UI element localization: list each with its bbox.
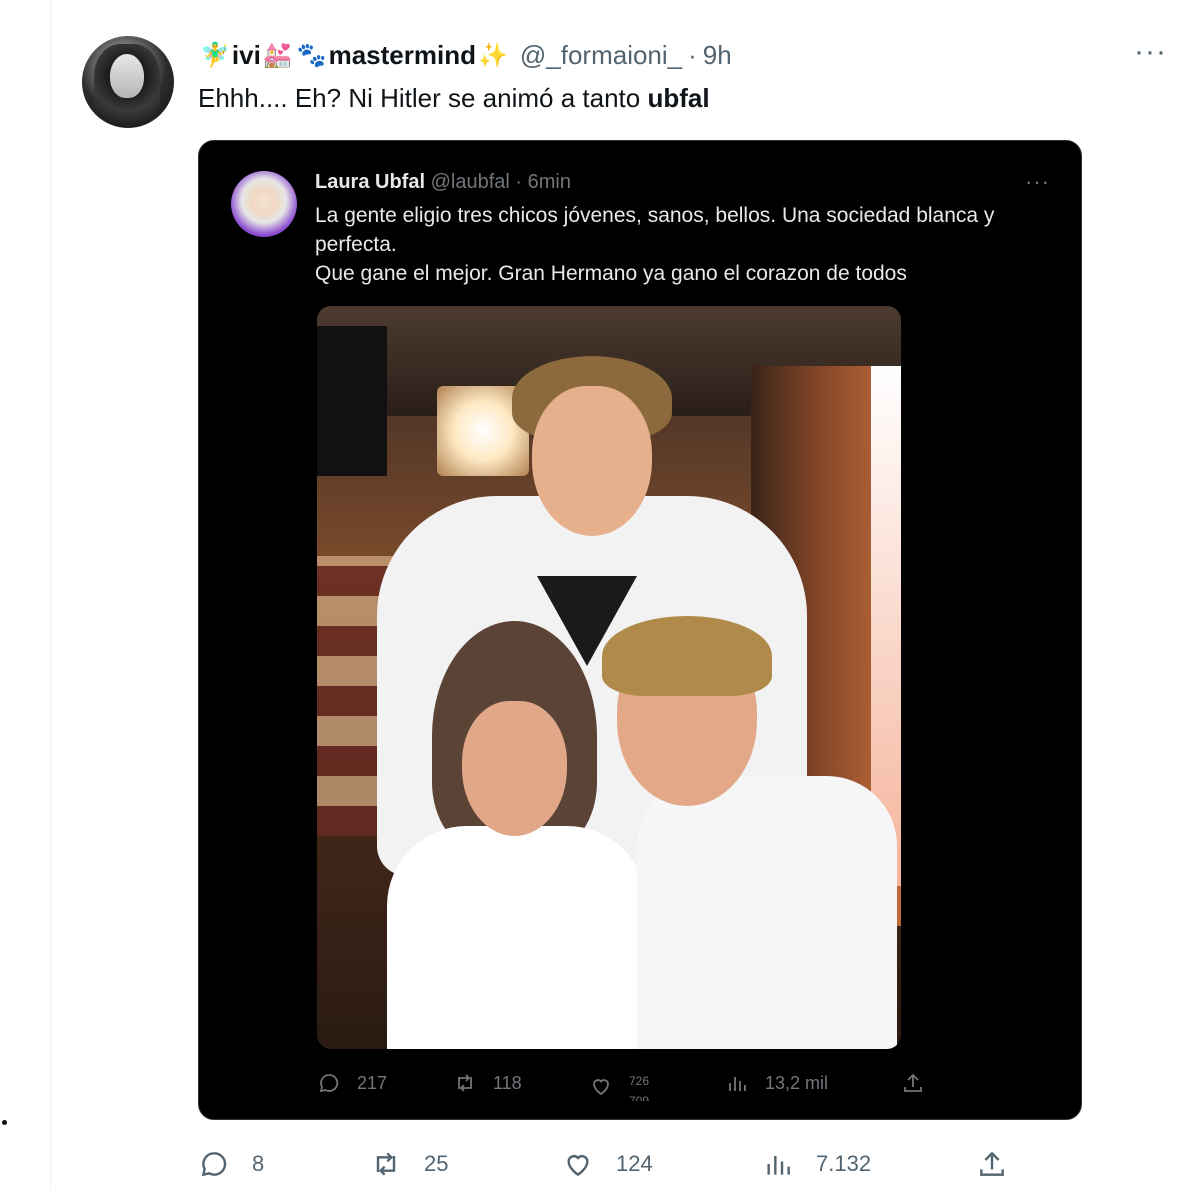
quoted-like-button[interactable]: 726 709 (589, 1071, 649, 1101)
reply-count: 8 (252, 1151, 265, 1176)
user-handle[interactable]: @_formaioni_ (520, 40, 682, 71)
reply-button[interactable]: 8 (198, 1148, 264, 1180)
reply-icon (319, 1074, 339, 1093)
display-name-suffix[interactable]: mastermind (329, 40, 476, 71)
photo-speaker (317, 326, 387, 476)
quoted-like-count-next: 709 (629, 1094, 650, 1101)
quoted-reply-button[interactable]: 217 (317, 1071, 387, 1095)
person-right-body (637, 776, 897, 1049)
emoji-paws: 🐾 (296, 41, 327, 69)
quoted-retweet-count: 118 (493, 1072, 522, 1093)
person-standing-head (532, 386, 652, 536)
like-icon (593, 1079, 609, 1096)
tweet-header: 🧚‍♂️ ivi 💒 🐾 mastermind ✨ @_formaioni_ ·… (198, 38, 732, 72)
timeline-divider (50, 0, 51, 1189)
share-icon (904, 1073, 922, 1092)
more-icon[interactable]: ··· (1134, 37, 1167, 67)
reply-icon (201, 1152, 227, 1177)
emoji-wedding: 💒 (262, 41, 293, 69)
like-button[interactable]: 124 (562, 1148, 653, 1180)
quoted-text-line1: La gente eligio tres chicos jóvenes, san… (315, 204, 995, 256)
quoted-share-button[interactable] (901, 1071, 925, 1095)
quoted-handle[interactable]: @laubfal (431, 171, 510, 193)
retweet-icon (376, 1152, 396, 1176)
quoted-tweet-image[interactable]: Laura Ubfal @laubfal · 6min ··· La gente… (198, 140, 1082, 1120)
quoted-display-name[interactable]: Laura Ubfal (315, 171, 425, 193)
quoted-views-button[interactable]: 13,2 mil (725, 1071, 828, 1095)
like-icon (567, 1155, 589, 1177)
quoted-header: Laura Ubfal @laubfal · 6min (315, 171, 571, 194)
retweet-icon (458, 1074, 472, 1092)
tweet-text-body: Ehhh.... Eh? Ni Hitler se animó a tanto (198, 83, 648, 113)
quoted-more-icon[interactable]: ··· (1025, 169, 1050, 195)
views-button[interactable]: 7.132 (762, 1148, 871, 1180)
quoted-views-count: 13,2 mil (765, 1072, 829, 1093)
quoted-avatar[interactable] (231, 171, 297, 237)
share-icon (980, 1151, 1004, 1176)
quoted-text-line2: Que gane el mejor. Gran Hermano ya gano … (315, 262, 907, 285)
emoji-sparkles: ✨ (477, 41, 508, 69)
views-icon (767, 1156, 790, 1175)
quoted-timestamp[interactable]: 6min (528, 171, 571, 193)
person-left-face (462, 701, 567, 836)
tweet-actions: 8 25 124 7.132 (198, 1148, 1018, 1184)
timestamp[interactable]: 9h (703, 40, 732, 71)
person-right-hair (602, 616, 772, 696)
quoted-retweet-button[interactable]: 118 (453, 1071, 522, 1095)
quoted-text: La gente eligio tres chicos jóvenes, san… (315, 201, 1055, 288)
person-left-body (387, 826, 647, 1049)
quoted-reply-count: 217 (357, 1072, 388, 1093)
quoted-photo[interactable] (317, 306, 901, 1049)
retweet-button[interactable]: 25 (370, 1148, 448, 1180)
avatar[interactable] (82, 36, 174, 128)
quoted-like-count-current: 726 (629, 1074, 650, 1088)
views-count: 7.132 (816, 1151, 872, 1176)
timeline-dot (2, 1120, 7, 1125)
retweet-count: 25 (424, 1151, 449, 1176)
tweet-text-bold: ubfal (647, 83, 710, 113)
like-count: 124 (616, 1151, 653, 1176)
avatar-face (110, 54, 144, 98)
views-icon (729, 1077, 746, 1091)
display-name[interactable]: ivi (232, 40, 261, 71)
tweet-text: Ehhh.... Eh? Ni Hitler se animó a tanto … (198, 82, 710, 114)
quoted-separator: · (515, 171, 523, 193)
separator: · (688, 39, 697, 70)
quoted-like-count: 726 709 (629, 1071, 649, 1101)
emoji-fairy: 🧚‍♂️ (200, 41, 230, 69)
share-button[interactable] (976, 1148, 1008, 1180)
quoted-actions: 217 118 726 709 13,2 mil (317, 1071, 1057, 1101)
